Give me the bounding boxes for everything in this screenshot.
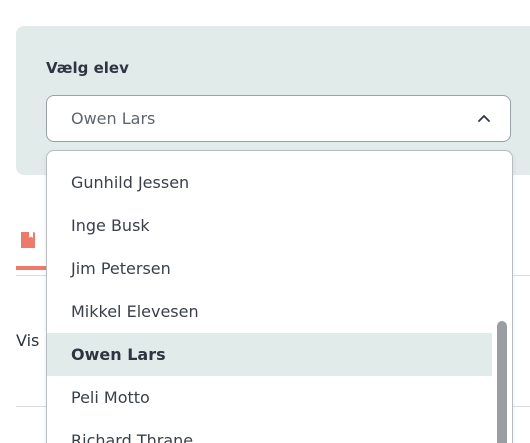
dropdown-option[interactable]: Jim Petersen [47,247,492,290]
background-text: Vis [16,331,40,350]
dropdown-scrollbar[interactable] [497,321,507,443]
select-student-label: Vælg elev [46,59,129,77]
student-select[interactable]: Owen Lars [46,95,511,142]
dropdown-option-selected[interactable]: Owen Lars [47,333,492,376]
dropdown-option[interactable]: Gunhild Jessen [47,161,492,204]
active-tab-indicator [16,266,46,270]
dropdown-option[interactable]: Richard Thrane [47,419,492,443]
selected-student-value: Owen Lars [71,109,156,128]
dropdown-option[interactable]: Peli Motto [47,376,492,419]
bookmark-icon [21,232,35,248]
chevron-up-icon [478,115,490,122]
dropdown-option[interactable]: Inge Busk [47,204,492,247]
page: Vælg elev Owen Lars Vis Gunhild Jessen In… [0,0,530,443]
student-dropdown-list[interactable]: Gunhild Jessen Inge Busk Jim Petersen Mikke… [46,150,513,443]
dropdown-option[interactable]: Mikkel Elevesen [47,290,492,333]
